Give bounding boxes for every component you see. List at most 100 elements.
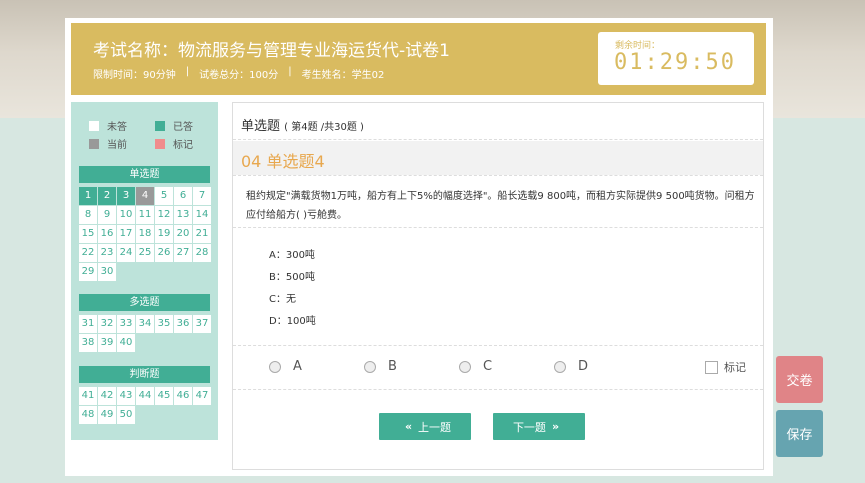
question-number-cell[interactable]: 2 bbox=[98, 187, 116, 205]
question-number-cell[interactable]: 15 bbox=[79, 225, 97, 243]
radio-icon bbox=[269, 360, 281, 373]
legend-unanswered-label: 未答 bbox=[107, 122, 127, 133]
question-number-cell[interactable]: 21 bbox=[193, 225, 211, 243]
answer-radio-a[interactable]: A bbox=[269, 359, 302, 374]
option-b: B：500吨 bbox=[269, 272, 315, 283]
question-number-cell[interactable]: 38 bbox=[79, 334, 97, 352]
timer-box: 剩余时间： 01:29:50 bbox=[598, 32, 754, 85]
question-number-cell[interactable]: 13 bbox=[174, 206, 192, 224]
question-number-cell[interactable]: 19 bbox=[155, 225, 173, 243]
question-number-cell[interactable]: 20 bbox=[174, 225, 192, 243]
question-panel: 单选题 ( 第4题 /共30题 ) 04 单选题4 租约规定"满载货物1万吨，船… bbox=[232, 102, 764, 470]
question-number-cell[interactable]: 11 bbox=[136, 206, 154, 224]
question-number-cell[interactable]: 30 bbox=[98, 263, 116, 281]
question-number-cell[interactable]: 8 bbox=[79, 206, 97, 224]
checkbox-icon bbox=[705, 360, 718, 374]
next-label: 下一题 bbox=[512, 420, 546, 434]
question-number-cell[interactable]: 24 bbox=[117, 244, 135, 262]
marked-swatch bbox=[155, 138, 165, 149]
question-number-cell[interactable]: 3 bbox=[117, 187, 135, 205]
question-number-cell[interactable]: 48 bbox=[79, 406, 97, 424]
answer-radio-b[interactable]: B bbox=[364, 359, 397, 374]
question-number-cell[interactable]: 47 bbox=[193, 387, 211, 405]
legend-current-label: 当前 bbox=[107, 140, 127, 151]
question-number-cell[interactable]: 35 bbox=[155, 315, 173, 333]
question-type-label: 单选题 bbox=[241, 119, 281, 134]
question-number-cell[interactable]: 4 bbox=[136, 187, 154, 205]
question-number-cell[interactable]: 42 bbox=[98, 387, 116, 405]
question-number-cell[interactable]: 28 bbox=[193, 244, 211, 262]
question-number-cell[interactable]: 12 bbox=[155, 206, 173, 224]
question-number-cell[interactable]: 37 bbox=[193, 315, 211, 333]
answer-radio-d[interactable]: D bbox=[554, 359, 588, 374]
option-list: A：300吨 B：500吨 C：无 D：100吨 bbox=[269, 245, 316, 333]
question-number-cell[interactable]: 26 bbox=[155, 244, 173, 262]
answer-radio-c[interactable]: C bbox=[459, 359, 492, 374]
question-number-cell[interactable]: 43 bbox=[117, 387, 135, 405]
question-number-cell[interactable]: 27 bbox=[174, 244, 192, 262]
legend-answered: 已答 bbox=[155, 118, 193, 133]
info-separator: | bbox=[288, 66, 292, 77]
question-number-cell[interactable]: 14 bbox=[193, 206, 211, 224]
exam-info: 限制时间：90分钟 | 试卷总分：100分 | 考生姓名：学生02 bbox=[93, 66, 384, 81]
legend-marked: 标记 bbox=[155, 136, 193, 151]
question-number-cell[interactable]: 49 bbox=[98, 406, 116, 424]
answer-label: A bbox=[293, 359, 302, 374]
question-number-cell[interactable]: 1 bbox=[79, 187, 97, 205]
question-number-cell[interactable]: 50 bbox=[117, 406, 135, 424]
double-chevron-right-icon: » bbox=[551, 420, 560, 433]
mark-checkbox[interactable]: 标记 bbox=[705, 359, 746, 375]
legend-unanswered: 未答 bbox=[89, 118, 127, 133]
question-number-cell[interactable]: 10 bbox=[117, 206, 135, 224]
question-number-cell[interactable]: 46 bbox=[174, 387, 192, 405]
question-title-bar: 04 单选题4 bbox=[233, 141, 763, 175]
section-true-false: 判断题 bbox=[79, 366, 210, 383]
answer-choices: A B C D 标记 bbox=[269, 359, 749, 379]
answer-label: B bbox=[388, 359, 397, 374]
total-score: 试卷总分：100分 bbox=[199, 70, 279, 81]
question-number-cell[interactable]: 33 bbox=[117, 315, 135, 333]
radio-icon bbox=[459, 360, 471, 373]
question-number-cell[interactable]: 22 bbox=[79, 244, 97, 262]
question-number-cell[interactable]: 31 bbox=[79, 315, 97, 333]
question-number-cell[interactable]: 5 bbox=[155, 187, 173, 205]
time-limit: 限制时间：90分钟 bbox=[93, 70, 176, 81]
question-number-cell[interactable]: 29 bbox=[79, 263, 97, 281]
question-number-cell[interactable]: 6 bbox=[174, 187, 192, 205]
question-number-cell[interactable]: 17 bbox=[117, 225, 135, 243]
question-number-cell[interactable]: 44 bbox=[136, 387, 154, 405]
radio-icon bbox=[554, 360, 566, 373]
save-button[interactable]: 保存 bbox=[776, 410, 823, 457]
prev-label: 上一题 bbox=[418, 420, 452, 434]
answer-label: C bbox=[483, 359, 493, 374]
multi-choice-grid: 31 32 33 34 35 36 37 38 39 40 bbox=[79, 315, 211, 352]
question-number-cell[interactable]: 40 bbox=[117, 334, 135, 352]
submit-exam-button[interactable]: 交卷 bbox=[776, 356, 823, 403]
question-number-cell[interactable]: 18 bbox=[136, 225, 154, 243]
question-number-cell[interactable]: 16 bbox=[98, 225, 116, 243]
question-number-cell[interactable]: 34 bbox=[136, 315, 154, 333]
exam-title: 考试名称：物流服务与管理专业海运货代-试卷1 bbox=[93, 41, 450, 61]
option-a: A：300吨 bbox=[269, 250, 315, 261]
info-separator: | bbox=[185, 66, 190, 77]
question-number-cell[interactable]: 23 bbox=[98, 244, 116, 262]
answered-swatch bbox=[155, 120, 165, 131]
option-c: C：无 bbox=[269, 294, 296, 305]
true-false-grid: 41 42 43 44 45 46 47 48 49 50 bbox=[79, 387, 211, 424]
question-number-cell[interactable]: 25 bbox=[136, 244, 154, 262]
legend-answered-label: 已答 bbox=[173, 122, 193, 133]
prev-question-button[interactable]: « 上一题 bbox=[379, 413, 471, 440]
question-number-cell[interactable]: 32 bbox=[98, 315, 116, 333]
question-number-cell[interactable]: 45 bbox=[155, 387, 173, 405]
question-number-cell[interactable]: 41 bbox=[79, 387, 97, 405]
divider bbox=[233, 345, 763, 346]
question-number-cell[interactable]: 7 bbox=[193, 187, 211, 205]
question-number-cell[interactable]: 9 bbox=[98, 206, 116, 224]
question-number-cell[interactable]: 39 bbox=[98, 334, 116, 352]
divider bbox=[233, 175, 763, 176]
question-number-cell[interactable]: 36 bbox=[174, 315, 192, 333]
double-chevron-left-icon: « bbox=[404, 420, 413, 433]
next-question-button[interactable]: 下一题 » bbox=[493, 413, 585, 440]
current-swatch bbox=[89, 138, 99, 149]
question-title: 04 单选题4 bbox=[241, 152, 325, 171]
